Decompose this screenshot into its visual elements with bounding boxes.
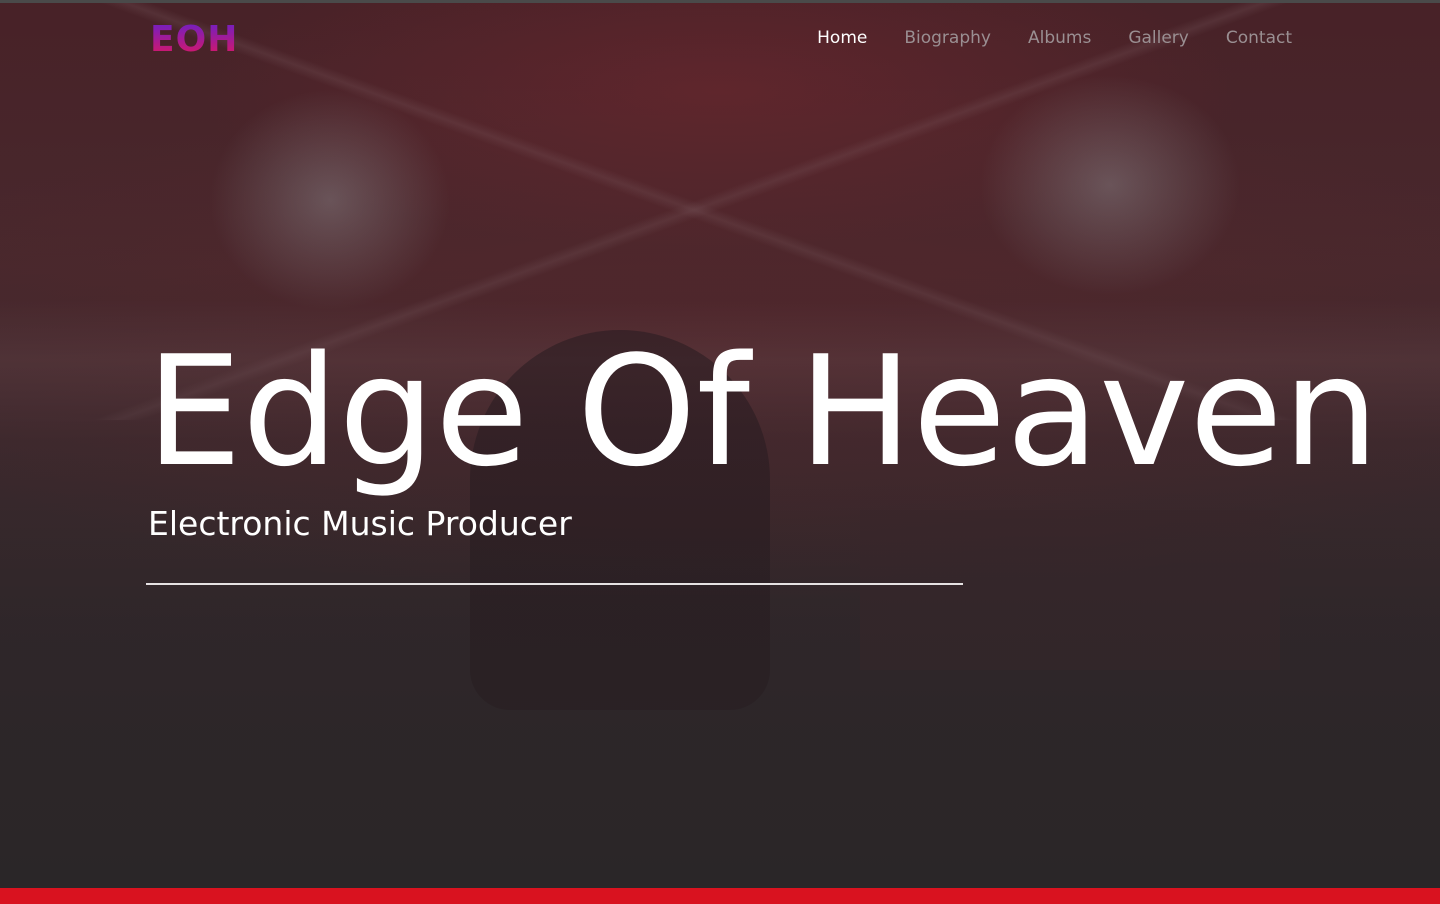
- nav-item-home[interactable]: Home: [817, 26, 867, 50]
- top-border: [0, 0, 1440, 3]
- page: EOH Home Biography Albums Gallery Contac…: [0, 0, 1440, 904]
- nav-item-albums[interactable]: Albums: [1028, 26, 1091, 50]
- nav-item-gallery[interactable]: Gallery: [1128, 26, 1189, 50]
- logo[interactable]: EOH: [150, 20, 238, 60]
- main-nav: Home Biography Albums Gallery Contact: [780, 26, 1292, 50]
- nav-item-biography[interactable]: Biography: [904, 26, 991, 50]
- hero-subtitle: Electronic Music Producer: [148, 504, 572, 543]
- hero-title: Edge Of Heaven: [146, 323, 1380, 500]
- bottom-accent-bar: [0, 888, 1440, 904]
- hero-divider: [146, 583, 963, 585]
- nav-item-contact[interactable]: Contact: [1226, 26, 1292, 50]
